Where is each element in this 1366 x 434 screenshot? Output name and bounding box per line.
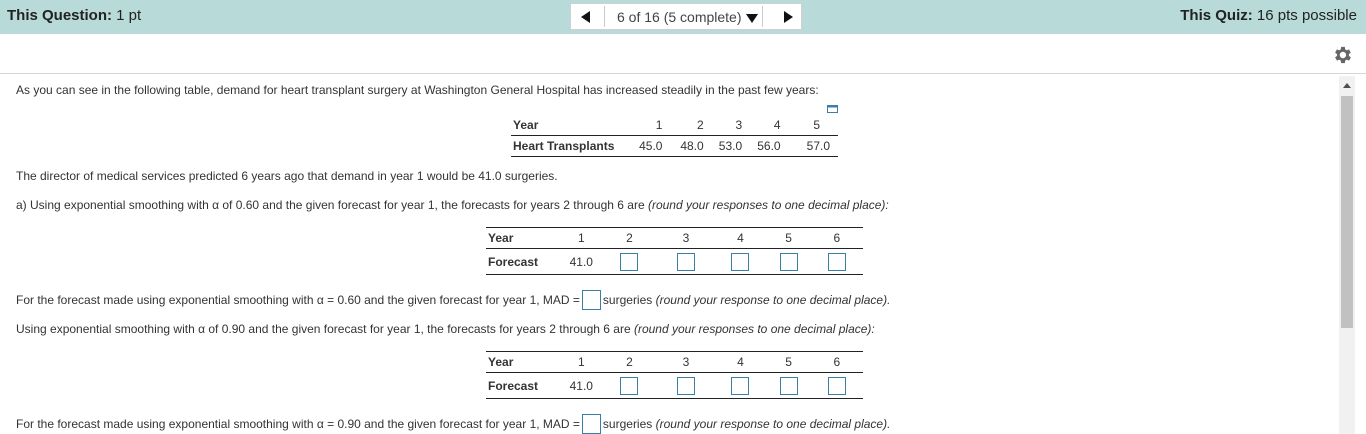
caret-down-icon: [746, 14, 758, 23]
forecast-a-year4-input[interactable]: [731, 252, 750, 271]
year-row-label: Year: [488, 231, 514, 245]
table-cell: 3: [682, 355, 690, 369]
table-cell: 4: [773, 118, 781, 132]
table-cell: 2: [626, 231, 633, 245]
part-a-text: a) Using exponential smoothing with α of…: [16, 198, 648, 212]
question-selector-text: 6 of 16 (5 complete): [617, 9, 742, 25]
header-divider: [0, 73, 1366, 74]
mad-a-hint: (round your response to one decimal plac…: [655, 293, 891, 307]
forecast-a-year5-input[interactable]: [779, 252, 798, 271]
question-points-value: 1 pt: [116, 7, 142, 24]
table-cell: 2: [626, 355, 633, 369]
table-row: Year 1 2 3 4 5 6: [486, 227, 863, 249]
table-cell: 4: [737, 355, 744, 369]
table-cell: 4: [737, 231, 744, 245]
forecast-table-b: Year 1 2 3 4 5 6 Forecast 41.0: [486, 351, 863, 399]
expand-table-icon[interactable]: [827, 101, 838, 113]
mad-a-input[interactable]: [581, 290, 601, 310]
table-row: Year 1 2 3 4 5: [511, 115, 838, 136]
part-a-hint: (round your responses to one decimal pla…: [647, 198, 889, 212]
mad-a-text: For the forecast made using exponential …: [16, 293, 580, 307]
forecast-table-a: Year 1 2 3 4 5 6 Forecast 41.0: [486, 227, 863, 275]
mad-a-unit: surgeries: [602, 293, 653, 307]
table-row: Forecast 41.0: [486, 373, 863, 399]
table-cell: 41.0: [569, 254, 593, 269]
table-cell: 48.0: [680, 139, 704, 153]
forecast-a-year2-input[interactable]: [620, 252, 639, 271]
table-row: Heart Transplants 45.0 48.0 53.0 56.0 57…: [511, 136, 838, 157]
scrollbar-thumb[interactable]: [1341, 96, 1353, 328]
part-b-text: Using exponential smoothing with α of 0.…: [16, 322, 634, 336]
mad-a-line: For the forecast made using exponential …: [16, 290, 890, 310]
forecast-row-label: Forecast: [488, 254, 539, 269]
forecast-row-label: Forecast: [488, 378, 539, 393]
question-header-bar: This Question: 1 pt 6 of 16 (5 complete)…: [0, 0, 1366, 34]
table-cell: 1: [577, 231, 585, 245]
question-points: This Question: 1 pt: [7, 7, 141, 24]
forecast-a-year3-input[interactable]: [676, 252, 695, 271]
forecast-b-year4-input[interactable]: [731, 376, 750, 395]
mad-b-line: For the forecast made using exponential …: [16, 414, 890, 434]
question-selector-dropdown[interactable]: 6 of 16 (5 complete): [604, 6, 763, 27]
expand-table-icon-svg: [827, 105, 838, 113]
table-cell: 56.0: [757, 139, 781, 153]
mad-b-text: For the forecast made using exponential …: [16, 417, 580, 431]
question-points-label: This Question:: [7, 7, 112, 24]
table-cell: 3: [682, 231, 690, 245]
triangle-right-icon[interactable]: [784, 11, 793, 23]
question-navigator: 6 of 16 (5 complete): [570, 3, 802, 30]
table-cell: 41.0: [569, 378, 593, 393]
table-cell: 1: [655, 118, 663, 132]
table-cell: 1: [577, 355, 585, 369]
triangle-left-icon[interactable]: [581, 11, 590, 23]
forecast-b-year5-input[interactable]: [779, 376, 798, 395]
mad-b-unit: surgeries: [602, 417, 653, 431]
quiz-points-value: 16 pts possible: [1256, 7, 1357, 24]
forecast-a-year6-input[interactable]: [827, 252, 846, 271]
table-cell: 57.0: [806, 139, 830, 153]
mad-b-input[interactable]: [581, 414, 601, 434]
part-a-prompt: a) Using exponential smoothing with α of…: [16, 198, 889, 212]
year-row-label: Year: [513, 118, 539, 132]
forecast-b-year6-input[interactable]: [827, 376, 846, 395]
forecast-b-year3-input[interactable]: [676, 376, 695, 395]
mad-b-hint: (round your response to one decimal plac…: [655, 417, 891, 431]
table-cell: 3: [735, 118, 743, 132]
table-cell: 6: [833, 355, 841, 369]
transplants-row-label: Heart Transplants: [513, 139, 615, 153]
table-row: Forecast 41.0: [486, 249, 863, 275]
gear-icon-svg: [1335, 46, 1351, 64]
demand-table: Year 1 2 3 4 5 Heart Transplants 45.0 48…: [511, 115, 838, 157]
forecast-b-year2-input[interactable]: [620, 376, 639, 395]
table-cell: 45.0: [639, 139, 663, 153]
quiz-points: This Quiz: 16 pts possible: [1180, 7, 1357, 24]
table-cell: 5: [785, 355, 792, 369]
table-cell: 5: [785, 231, 792, 245]
gear-icon[interactable]: [1332, 44, 1354, 66]
intro-text: As you can see in the following table, d…: [16, 83, 819, 97]
table-cell: 53.0: [718, 139, 743, 153]
director-text: The director of medical services predict…: [16, 169, 558, 183]
year-row-label: Year: [488, 355, 514, 369]
table-cell: 5: [813, 118, 820, 132]
table-cell: 6: [833, 231, 841, 245]
scroll-up-arrow-icon[interactable]: [1343, 83, 1351, 88]
part-b-hint: (round your responses to one decimal pla…: [633, 322, 875, 336]
part-b-prompt: Using exponential smoothing with α of 0.…: [16, 322, 875, 336]
table-cell: 2: [696, 118, 704, 132]
quiz-points-label: This Quiz:: [1180, 7, 1253, 24]
table-row: Year 1 2 3 4 5 6: [486, 351, 863, 373]
